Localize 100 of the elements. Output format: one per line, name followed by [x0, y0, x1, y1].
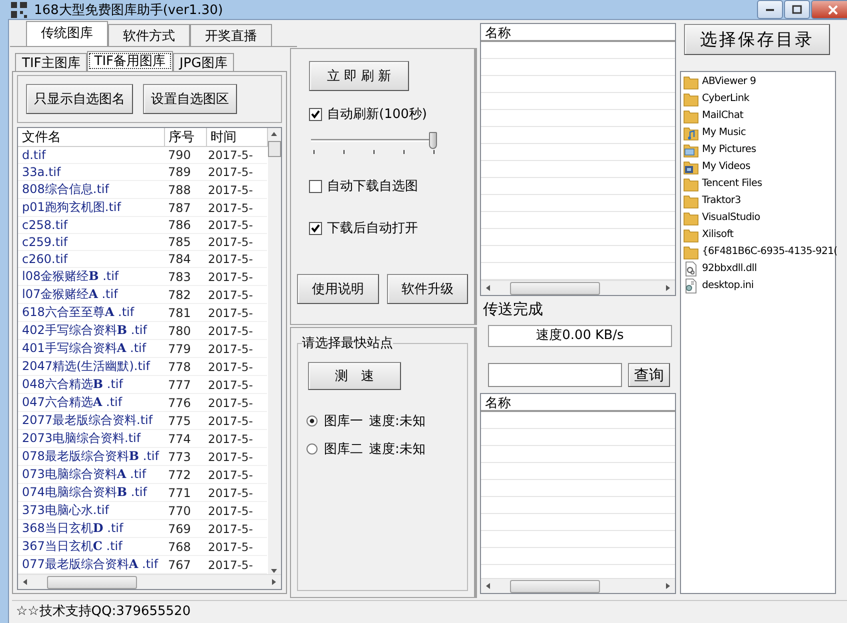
file-name-cell[interactable]: l08金猴赌经B .tif: [18, 268, 164, 286]
file-name-cell[interactable]: 808综合信息.tif: [18, 180, 164, 198]
file-name-cell[interactable]: 074电脑综合资料B .tif: [18, 484, 164, 502]
scrollbar-thumb[interactable]: [268, 141, 281, 157]
file-name[interactable]: {6F481B6C-6935-4135-921(: [702, 246, 838, 257]
column-header[interactable]: 名称: [481, 24, 675, 42]
file-name-cell[interactable]: 368当日玄机D .tif: [18, 520, 164, 538]
upgrade-button[interactable]: 软件升级: [386, 274, 468, 304]
file-name[interactable]: Xilisoft: [702, 229, 734, 240]
filter-button[interactable]: 设置自选图区: [143, 84, 237, 114]
minimize-button[interactable]: [757, 0, 783, 19]
file-name-cell[interactable]: 047六合精选A .tif: [18, 394, 164, 412]
folder-icon: [683, 108, 699, 124]
time-cell: 2017-5-: [206, 376, 267, 394]
number-cell: 779: [164, 340, 206, 358]
slider-thumb[interactable]: [429, 132, 437, 149]
query-button[interactable]: 查询: [628, 363, 670, 387]
file-name-cell[interactable]: 048六合精选B .tif: [18, 376, 164, 394]
time-cell: 2017-5-: [206, 322, 267, 340]
file-name-cell[interactable]: 33a.tif: [18, 164, 164, 180]
file-name[interactable]: 92bbxdll.dll: [702, 263, 757, 274]
tab[interactable]: TIF主图库: [15, 53, 88, 71]
file-name-cell[interactable]: 402手写综合资料B .tif: [18, 322, 164, 340]
tab[interactable]: JPG图库: [172, 53, 234, 71]
time-cell: 2017-5-: [206, 234, 267, 250]
time-cell: 2017-5-: [206, 430, 267, 448]
column-header[interactable]: 名称: [481, 394, 675, 412]
column-header[interactable]: 文件名: [18, 128, 164, 146]
horizontal-scrollbar[interactable]: [481, 578, 675, 593]
time-cell: 2017-5-: [206, 412, 267, 430]
file-name[interactable]: My Pictures: [702, 144, 756, 155]
window-title: 168大型免费图库助手(ver1.30): [34, 2, 223, 18]
file-name-cell[interactable]: c260.tif: [18, 250, 164, 268]
file-name-cell[interactable]: d.tif: [18, 146, 164, 164]
tab[interactable]: 开奖直播: [190, 24, 272, 46]
file-name-cell[interactable]: 2073电脑综合资料.tif: [18, 430, 164, 448]
file-name[interactable]: ABViewer 9: [702, 76, 756, 87]
status-text: ☆☆技术支持QQ:379655520: [15, 603, 191, 621]
scroll-right-icon[interactable]: [270, 578, 278, 586]
scroll-right-icon[interactable]: [664, 284, 672, 292]
file-name-cell[interactable]: 401手写综合资料A .tif: [18, 340, 164, 358]
column-header[interactable]: 序号: [164, 128, 206, 146]
transfer-status: 传送完成: [483, 300, 544, 319]
file-name-cell[interactable]: l07金猴赌经A .tif: [18, 286, 164, 304]
file-name-cell[interactable]: 073电脑综合资料A .tif: [18, 466, 164, 484]
time-cell: 2017-5-: [206, 538, 267, 556]
checkbox[interactable]: [309, 108, 322, 120]
number-cell: 775: [164, 412, 206, 430]
column-header[interactable]: 时间: [206, 128, 267, 146]
file-name-cell[interactable]: 367当日玄机C .tif: [18, 538, 164, 556]
file-name-cell[interactable]: 618六合至至尊A .tif: [18, 304, 164, 322]
file-name-cell[interactable]: 2077最老版综合资料.tif: [18, 412, 164, 430]
file-name[interactable]: VisualStudio: [702, 212, 760, 223]
radio-button[interactable]: [306, 415, 318, 427]
tab[interactable]: 传统图库: [26, 21, 108, 46]
scroll-up-icon[interactable]: [270, 131, 278, 137]
file-name[interactable]: MailChat: [702, 110, 744, 121]
time-cell: 2017-5-: [206, 198, 267, 216]
vertical-scrollbar[interactable]: [268, 128, 281, 574]
file-name-cell[interactable]: c258.tif: [18, 216, 164, 234]
file-name-cell[interactable]: 373电脑心水.tif: [18, 502, 164, 520]
number-cell: 790: [164, 146, 206, 164]
scroll-left-icon[interactable]: [484, 284, 492, 292]
number-cell: 776: [164, 394, 206, 412]
scroll-right-icon[interactable]: [664, 582, 672, 590]
close-button[interactable]: [811, 0, 847, 19]
tab[interactable]: TIF备用图库: [87, 51, 173, 71]
horizontal-scrollbar[interactable]: [18, 574, 281, 589]
number-cell: 787: [164, 198, 206, 216]
scroll-left-icon[interactable]: [484, 582, 492, 590]
file-name-cell[interactable]: p01跑狗玄机图.tif: [18, 198, 164, 216]
file-name-cell[interactable]: 078最老版综合资料B .tif: [18, 448, 164, 466]
checkbox[interactable]: [309, 180, 322, 192]
file-name-cell[interactable]: 2047精选(生活幽默).tif: [18, 358, 164, 376]
folder-icon: [683, 176, 699, 192]
help-button[interactable]: 使用说明: [297, 274, 378, 304]
filter-button[interactable]: 只显示自选图名: [26, 84, 133, 114]
file-name[interactable]: Tencent Files: [702, 178, 762, 189]
maximize-button[interactable]: [784, 0, 810, 19]
file-name[interactable]: Traktor3: [702, 195, 741, 206]
file-name-cell[interactable]: c259.tif: [18, 234, 164, 250]
file-name[interactable]: My Videos: [702, 161, 750, 172]
time-cell: 2017-5-: [206, 286, 267, 304]
speed-test-button[interactable]: 测 速: [308, 362, 401, 390]
checkbox[interactable]: [309, 222, 322, 234]
file-name[interactable]: My Music: [702, 127, 746, 138]
refresh-button[interactable]: 立 即 刷 新: [309, 61, 409, 91]
file-name[interactable]: desktop.ini: [702, 280, 754, 291]
app-icon: [10, 0, 28, 18]
query-field[interactable]: [488, 363, 622, 387]
tab[interactable]: 软件方式: [108, 24, 190, 46]
checkbox-label: 自动下载自选图: [327, 178, 418, 195]
scroll-left-icon[interactable]: [21, 578, 29, 586]
horizontal-scrollbar[interactable]: [481, 280, 675, 295]
time-cell: 2017-5-: [206, 304, 267, 322]
file-name[interactable]: CyberLink: [702, 93, 750, 104]
choose-folder-button[interactable]: 选择保存目录: [684, 24, 830, 55]
folder-icon: [683, 74, 699, 90]
folder-icon: [683, 244, 699, 260]
radio-button[interactable]: [306, 443, 318, 455]
